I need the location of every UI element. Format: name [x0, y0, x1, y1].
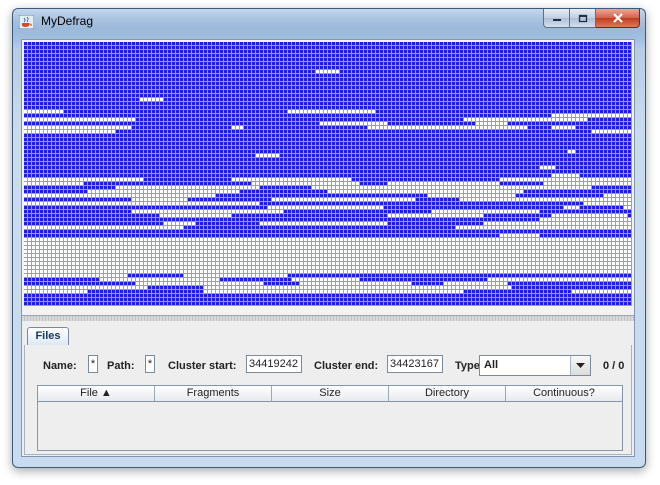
java-cup-icon — [19, 15, 34, 29]
disk-cluster-map[interactable] — [22, 40, 634, 316]
path-label: Path: — [107, 360, 135, 372]
title-bar[interactable]: MyDefrag — [13, 9, 645, 35]
type-label: Type — [455, 360, 480, 372]
minimize-button[interactable] — [543, 9, 570, 28]
column-size[interactable]: Size — [272, 386, 389, 401]
close-button[interactable] — [596, 9, 640, 28]
tab-files[interactable]: Files — [27, 327, 69, 345]
column-directory[interactable]: Directory — [389, 386, 506, 401]
type-select-arrow[interactable] — [570, 356, 590, 375]
name-filter-input[interactable]: * — [88, 355, 98, 373]
split-pane-divider[interactable] — [22, 316, 634, 321]
cluster-start-label: Cluster start: — [168, 360, 237, 372]
column-file[interactable]: File ▲ — [38, 386, 155, 401]
column-continuous[interactable]: Continuous? — [506, 386, 622, 401]
name-label: Name: — [43, 360, 77, 372]
type-select[interactable]: All — [479, 355, 591, 376]
cluster-end-label: Cluster end: — [314, 360, 379, 372]
filter-bar: Name: * Path: * Cluster start: 34419242 … — [25, 345, 631, 385]
table-body[interactable] — [38, 402, 622, 450]
files-panel: Name: * Path: * Cluster start: 34419242 … — [24, 345, 632, 455]
cluster-start-input[interactable]: 34419242 — [246, 355, 302, 373]
maximize-button[interactable] — [570, 9, 596, 28]
files-table: File ▲ Fragments Size Directory Continuo… — [37, 385, 623, 451]
file-count: 0 / 0 — [603, 360, 625, 372]
cluster-map-canvas — [24, 42, 632, 306]
table-header: File ▲ Fragments Size Directory Continuo… — [38, 386, 622, 402]
path-filter-input[interactable]: * — [145, 355, 155, 373]
app-window: MyDefrag Files Name: * Path: * Cluster s… — [12, 8, 646, 468]
column-fragments[interactable]: Fragments — [155, 386, 272, 401]
chevron-down-icon — [576, 362, 585, 368]
window-controls — [543, 9, 640, 28]
tab-bar: Files — [24, 327, 632, 346]
minimize-icon — [552, 19, 561, 21]
maximize-icon — [578, 14, 587, 22]
close-icon — [612, 13, 623, 23]
cluster-end-input[interactable]: 34423167 — [387, 355, 443, 373]
window-title: MyDefrag — [41, 14, 94, 28]
type-select-value: All — [484, 359, 499, 371]
client-area: Files Name: * Path: * Cluster start: 344… — [21, 39, 635, 457]
